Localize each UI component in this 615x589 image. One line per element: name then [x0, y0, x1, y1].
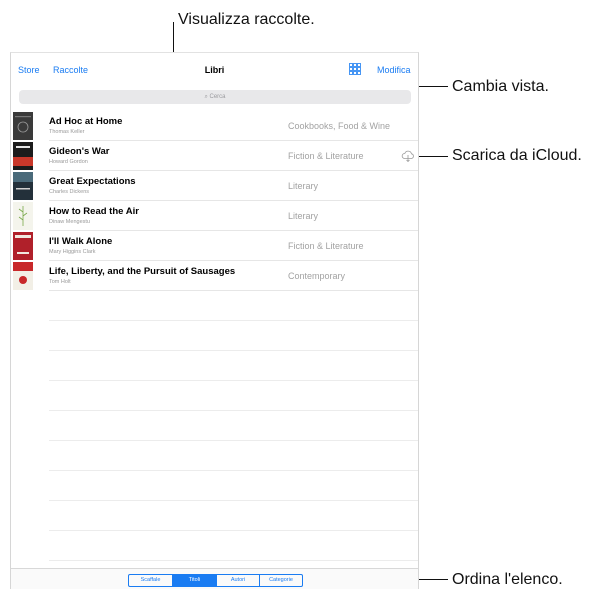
search-icon: ⌕ [204, 94, 208, 100]
book-category: Literary [288, 181, 319, 191]
book-cover [13, 232, 33, 260]
icloud-download-icon[interactable] [401, 150, 415, 162]
table-row[interactable]: How to Read the Air Dinaw Mengestu Liter… [11, 201, 418, 231]
empty-row-separator [49, 470, 418, 471]
bottom-toolbar: Scaffale Titoli Autori Categorie [11, 568, 418, 589]
book-author: Dinaw Mengestu [49, 219, 90, 225]
book-title: Life, Liberty, and the Pursuit of Sausag… [49, 266, 236, 277]
book-category: Contemporary [288, 271, 346, 281]
row-separator [49, 290, 418, 291]
callout-sort: Ordina l'elenco. [452, 571, 563, 588]
book-cover [13, 172, 33, 200]
book-author: Charles Dickens [49, 189, 90, 195]
grid-view-icon[interactable] [349, 63, 361, 75]
book-category: Fiction & Literature [288, 151, 364, 161]
table-row[interactable]: Great Expectations Charles Dickens Liter… [11, 171, 418, 201]
book-title: Gideon's War [49, 146, 110, 157]
book-cover [13, 142, 33, 170]
callout-collections: Visualizza raccolte. [178, 11, 315, 28]
book-author: Mary Higgins Clark [49, 249, 96, 255]
sort-option-authors[interactable]: Autori [217, 575, 260, 586]
empty-row-separator [49, 560, 418, 561]
sort-option-titles[interactable]: Titoli [173, 575, 217, 586]
table-row[interactable]: Life, Liberty, and the Pursuit of Sausag… [11, 261, 418, 291]
book-title: Great Expectations [49, 176, 136, 187]
book-author: Thomas Keller [49, 129, 85, 135]
empty-row-separator [49, 440, 418, 441]
table-row[interactable]: Gideon's War Howard Gordon Fiction & Lit… [11, 141, 418, 171]
book-title: How to Read the Air [49, 206, 139, 217]
empty-row-separator [49, 320, 418, 321]
empty-row-separator [49, 530, 418, 531]
search-input[interactable]: ⌕ Cerca [19, 90, 411, 104]
search-placeholder: Cerca [209, 94, 226, 100]
book-category: Literary [288, 211, 319, 221]
empty-row-separator [49, 380, 418, 381]
empty-row-separator [49, 500, 418, 501]
sort-segmented-control: Scaffale Titoli Autori Categorie [128, 574, 303, 587]
ibooks-screen: Store Raccolte Libri Modifica ⌕ Cerca Ad… [10, 52, 419, 589]
book-author: Tom Holt [49, 279, 71, 285]
table-row[interactable]: Ad Hoc at Home Thomas Keller Cookbooks, … [11, 111, 418, 141]
book-cover [13, 262, 33, 290]
edit-button[interactable]: Modifica [377, 65, 411, 75]
sort-option-shelf[interactable]: Scaffale [129, 575, 173, 586]
navigation-bar: Store Raccolte Libri Modifica [11, 53, 418, 85]
callout-icloud-line [414, 156, 448, 157]
callout-icloud: Scarica da iCloud. [452, 147, 582, 164]
book-category: Fiction & Literature [288, 241, 364, 251]
book-cover [13, 202, 33, 230]
book-author: Howard Gordon [49, 159, 88, 165]
empty-row-separator [49, 410, 418, 411]
book-title: I'll Walk Alone [49, 236, 113, 247]
book-cover [13, 112, 33, 140]
book-category: Cookbooks, Food & Wine [288, 121, 391, 131]
table-row[interactable]: I'll Walk Alone Mary Higgins Clark Ficti… [11, 231, 418, 261]
empty-row-separator [49, 350, 418, 351]
callout-view: Cambia vista. [452, 78, 549, 95]
sort-option-categories[interactable]: Categorie [260, 575, 302, 586]
book-title: Ad Hoc at Home [49, 116, 123, 127]
